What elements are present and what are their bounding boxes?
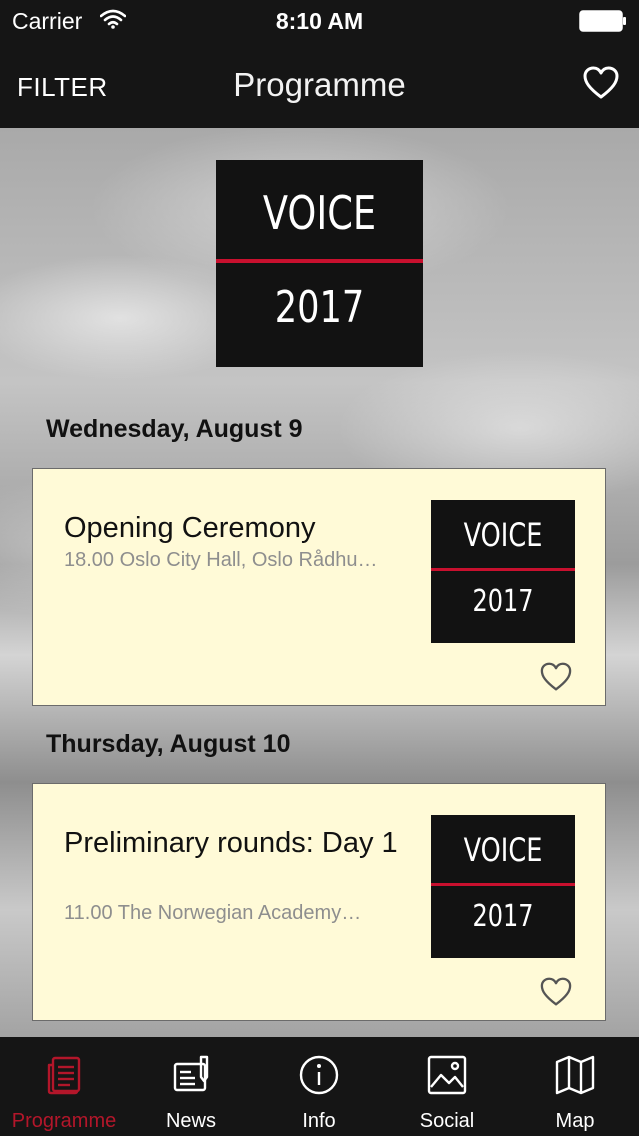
favorite-heart-icon[interactable] xyxy=(540,662,572,692)
event-time-venue: 18.00 Oslo City Hall, Oslo Rådhu… xyxy=(64,549,378,571)
logo-year: 2017 xyxy=(472,584,534,619)
logo-word: VOICE xyxy=(262,186,377,240)
event-time-venue: 11.00 The Norwegian Academy… xyxy=(64,902,362,924)
tab-label: Map xyxy=(555,1110,595,1132)
tab-info[interactable]: Info xyxy=(255,1037,383,1136)
day-header: Wednesday, August 9 xyxy=(46,415,303,443)
battery-icon xyxy=(579,10,627,32)
favorite-heart-icon[interactable] xyxy=(540,977,572,1007)
programme-list[interactable]: VOICE 2017 Wednesday, August 9 Opening C… xyxy=(0,128,639,1037)
event-title: Opening Ceremony xyxy=(64,512,316,544)
tab-map[interactable]: Map xyxy=(511,1037,639,1136)
programme-icon xyxy=(44,1055,84,1095)
event-card-opening-ceremony[interactable]: Opening Ceremony 18.00 Oslo City Hall, O… xyxy=(32,468,606,706)
favorites-heart-icon[interactable] xyxy=(583,66,619,100)
event-card-preliminary-rounds[interactable]: Preliminary rounds: Day 1 11.00 The Norw… xyxy=(32,783,606,1021)
day-header: Thursday, August 10 xyxy=(46,730,291,758)
map-icon xyxy=(555,1055,595,1095)
logo-word: VOICE xyxy=(463,831,543,869)
tab-social[interactable]: Social xyxy=(383,1037,511,1136)
logo-year: 2017 xyxy=(472,899,534,934)
tab-label: Social xyxy=(419,1110,475,1132)
logo-year: 2017 xyxy=(274,282,365,333)
logo-word: VOICE xyxy=(463,516,543,554)
logo-divider xyxy=(431,883,575,886)
event-title: Preliminary rounds: Day 1 xyxy=(64,827,398,859)
tab-label: News xyxy=(165,1110,216,1132)
tab-bar: Programme News Info Social Map xyxy=(0,1037,639,1136)
status-bar: Carrier 8:10 AM xyxy=(0,0,639,42)
tab-programme[interactable]: Programme xyxy=(0,1037,128,1136)
image-icon xyxy=(427,1055,467,1095)
tab-label: Info xyxy=(302,1110,336,1132)
navigation-bar: FILTER Programme xyxy=(0,42,639,128)
event-logo: VOICE 2017 xyxy=(431,815,575,958)
tab-news[interactable]: News xyxy=(127,1037,255,1136)
status-time: 8:10 AM xyxy=(275,8,364,34)
logo-divider xyxy=(431,568,575,571)
news-icon xyxy=(171,1055,211,1095)
tab-label: Programme xyxy=(11,1110,117,1132)
filter-button[interactable]: FILTER xyxy=(17,72,108,103)
event-logo: VOICE 2017 xyxy=(431,500,575,643)
voice-2017-logo: VOICE 2017 xyxy=(216,160,423,367)
logo-divider xyxy=(216,259,423,263)
info-icon xyxy=(299,1055,339,1095)
